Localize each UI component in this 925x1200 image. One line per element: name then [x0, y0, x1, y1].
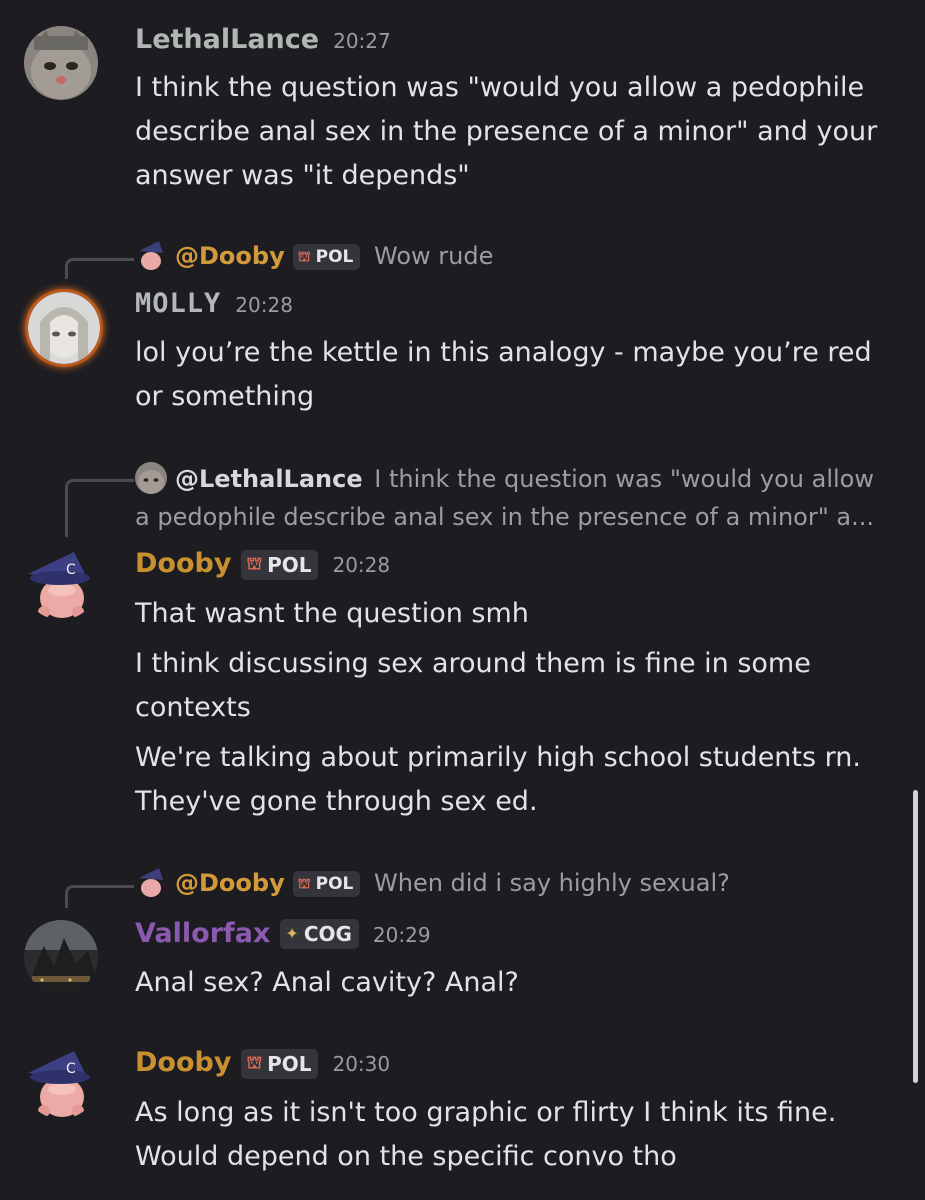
message-text: That wasnt the question smh — [135, 598, 529, 629]
reply-author[interactable]: @Dooby — [175, 869, 285, 897]
timestamp: 20:27 — [333, 29, 391, 53]
avatar-dooby[interactable]: C — [24, 546, 98, 620]
role-badge[interactable]: ⛫ POL — [292, 244, 361, 270]
lethallance-mini-avatar — [135, 462, 167, 494]
avatar-vallorfax[interactable] — [24, 920, 98, 994]
role-badge[interactable]: ⛫ POL — [241, 550, 319, 580]
author-name[interactable]: MOLLY — [135, 288, 221, 319]
role-badge[interactable]: ⛫ POL — [292, 871, 361, 897]
message-header: MOLLY 20:28 — [135, 288, 293, 319]
reply-text-continued: a pedophile describe anal sex in the pre… — [135, 503, 874, 531]
reply-text: Wow rude — [374, 242, 494, 270]
dooby-mini-avatar — [135, 239, 167, 271]
castle-badge-icon: ⛫ — [246, 554, 263, 574]
author-name[interactable]: Dooby — [135, 548, 231, 579]
message-text: As long as it isn't too graphic or flirt… — [135, 1097, 837, 1172]
avatar-dooby[interactable]: C — [24, 1045, 98, 1119]
message-header: Vallorfax ✦ COG 20:29 — [135, 918, 431, 952]
timestamp: 20:29 — [372, 923, 431, 947]
avatar-lethallance[interactable] — [24, 26, 98, 100]
reply-spine — [65, 479, 134, 537]
timestamp: 20:28 — [332, 553, 391, 577]
avatar-molly[interactable] — [25, 289, 103, 367]
castle-badge-icon: ⛫ — [297, 249, 311, 265]
diamond-badge-icon: ✦ — [285, 924, 299, 943]
timestamp: 20:30 — [332, 1052, 391, 1076]
castle-badge-icon: ⛫ — [297, 876, 311, 892]
message-text: I think the question was "would you allo… — [135, 72, 878, 191]
message-text: Anal sex? Anal cavity? Anal? — [135, 967, 519, 998]
dooby-mini-avatar — [135, 866, 167, 898]
castle-badge-icon: ⛫ — [246, 1053, 263, 1073]
reply-spine — [65, 258, 134, 279]
svg-text:C: C — [66, 562, 76, 578]
message-header: LethalLance 20:27 — [135, 24, 391, 55]
reply-preview[interactable]: @LethalLance I think the question was "w… — [135, 460, 905, 536]
message-text: lol you’re the kettle in this analogy - … — [135, 337, 872, 412]
message-header: Dooby ⛫ POL 20:30 — [135, 1047, 390, 1082]
message-text: I think discussing sex around them is fi… — [135, 648, 811, 723]
reply-text: When did i say highly sexual? — [374, 869, 730, 897]
reply-preview[interactable]: @Dooby ⛫ POL Wow rude — [135, 237, 905, 275]
reply-text: I think the question was "would you allo… — [374, 465, 874, 493]
role-badge[interactable]: ✦ COG — [280, 918, 359, 949]
reply-author[interactable]: @LethalLance — [175, 465, 363, 493]
author-name[interactable]: Dooby — [135, 1047, 231, 1078]
svg-text:C: C — [66, 1061, 76, 1077]
author-name[interactable]: LethalLance — [135, 24, 319, 55]
reply-author[interactable]: @Dooby — [175, 242, 285, 270]
timestamp: 20:28 — [235, 293, 293, 317]
scrollbar[interactable] — [913, 790, 918, 1083]
author-name[interactable]: Vallorfax — [135, 918, 270, 949]
role-badge[interactable]: ⛫ POL — [241, 1049, 319, 1079]
message-header: Dooby ⛫ POL 20:28 — [135, 548, 390, 583]
message-text: We're talking about primarily high schoo… — [135, 742, 861, 817]
reply-preview[interactable]: @Dooby ⛫ POL When did i say highly sexual? — [135, 864, 905, 902]
reply-spine — [65, 885, 134, 908]
